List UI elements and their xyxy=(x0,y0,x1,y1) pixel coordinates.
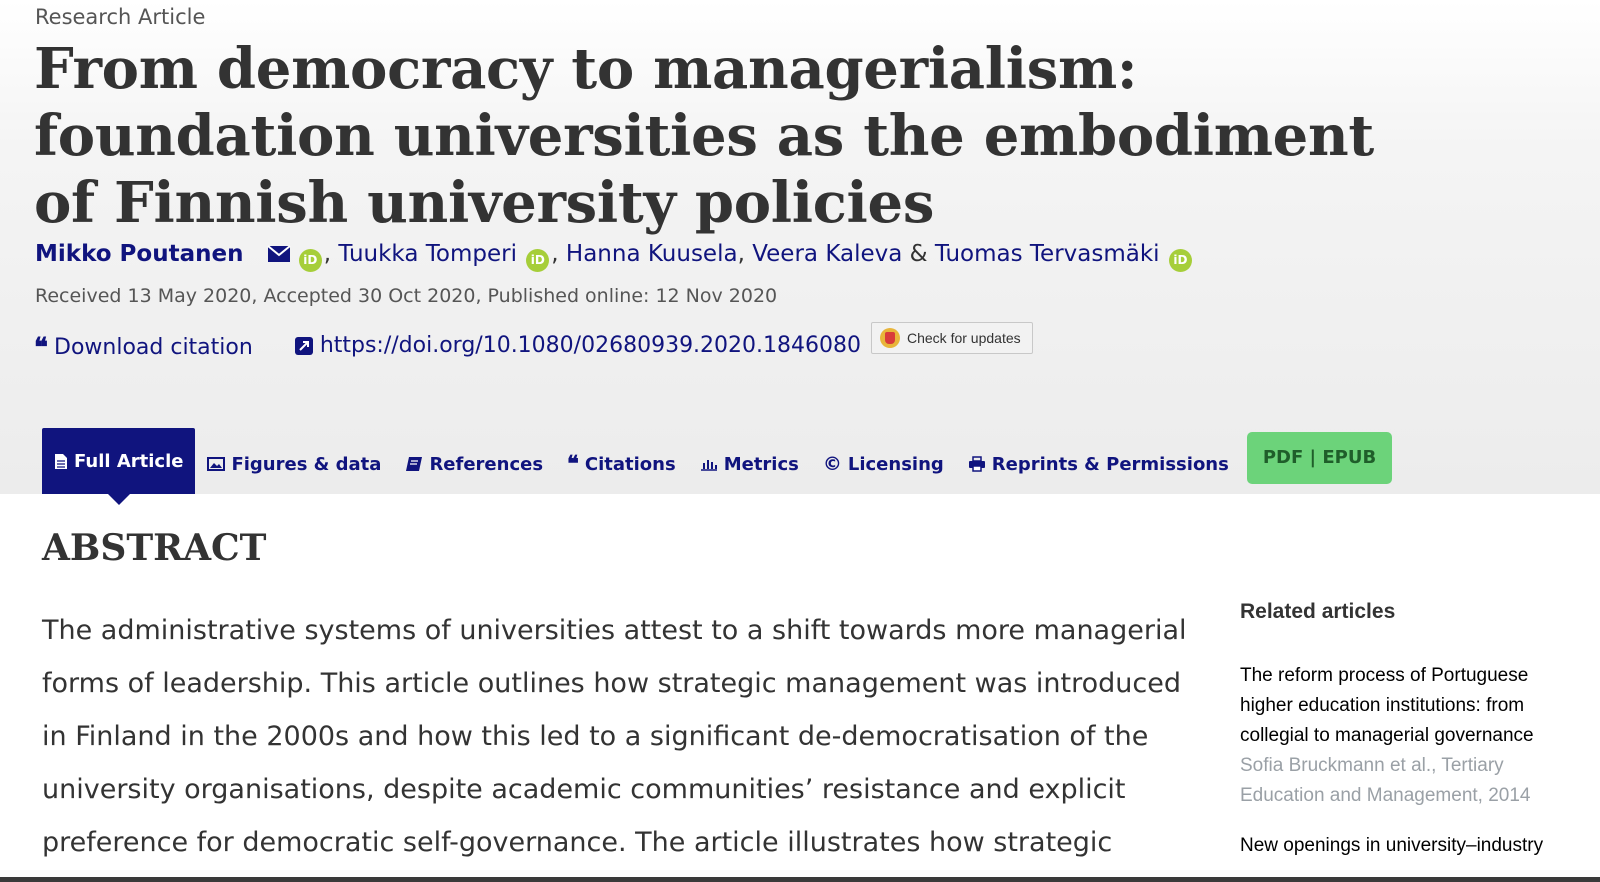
article-tabs: Full Article Figures & data References ❝… xyxy=(42,428,1393,505)
orcid-icon[interactable]: iD xyxy=(1168,249,1192,272)
tab-metrics[interactable]: Metrics xyxy=(688,434,811,494)
check-for-updates-button[interactable]: Check for updates xyxy=(871,322,1033,354)
author-link[interactable]: Tuomas Tervasmäki xyxy=(935,241,1160,267)
tab-label: References xyxy=(429,453,544,475)
pdf-epub-button[interactable]: PDF | EPUB xyxy=(1246,431,1393,484)
abstract-heading: ABSTRACT xyxy=(42,527,267,569)
related-articles: Related articles The reform process of P… xyxy=(1240,600,1580,881)
tab-label: Licensing xyxy=(847,453,944,475)
copyright-icon: © xyxy=(822,453,842,475)
tab-licensing[interactable]: © Licensing xyxy=(811,434,956,494)
tab-figures-data[interactable]: Figures & data xyxy=(195,434,393,494)
author-link[interactable]: Hanna Kuusela xyxy=(566,241,738,267)
related-article-title[interactable]: The reform process of Portuguese higher … xyxy=(1240,661,1580,751)
author-link[interactable]: Mikko Poutanen xyxy=(35,241,243,267)
related-article-item[interactable]: The reform process of Portuguese higher … xyxy=(1240,661,1580,811)
orcid-icon[interactable]: iD xyxy=(298,249,322,272)
related-article-item[interactable]: New openings in university–industry xyxy=(1240,831,1580,861)
download-citation-link[interactable]: ❝ Download citation xyxy=(34,335,253,361)
author-link[interactable]: Veera Kaleva xyxy=(752,241,902,267)
article-header: Research Article From democracy to manag… xyxy=(0,0,1600,505)
crossmark-icon xyxy=(880,328,900,348)
document-icon xyxy=(55,453,67,469)
tab-reprints-permissions[interactable]: Reprints & Permissions xyxy=(956,434,1241,494)
tab-label: Figures & data xyxy=(231,453,382,475)
check-updates-label: Check for updates xyxy=(907,330,1021,346)
tab-full-article[interactable]: Full Article xyxy=(42,428,196,505)
doi-link[interactable]: https://doi.org/10.1080/02680939.2020.18… xyxy=(294,333,861,358)
tab-citations[interactable]: ❝ Citations xyxy=(555,434,688,494)
orcid-icon[interactable]: iD xyxy=(526,249,550,272)
download-citation-label: Download citation xyxy=(54,335,253,360)
related-article-meta: Sofia Bruckmann et al., Tertiary Educati… xyxy=(1240,755,1531,806)
doi-label: https://doi.org/10.1080/02680939.2020.18… xyxy=(319,333,862,358)
related-articles-heading: Related articles xyxy=(1240,600,1396,623)
related-article-title[interactable]: New openings in university–industry xyxy=(1240,831,1580,861)
print-icon xyxy=(968,456,985,472)
article-title: From democracy to managerialism: foundat… xyxy=(34,36,1374,236)
quote-icon: ❝ xyxy=(34,332,48,363)
tab-label: Full Article xyxy=(74,450,184,472)
article-type-label: Research Article xyxy=(35,5,206,29)
tab-label: Reprints & Permissions xyxy=(991,453,1229,475)
publication-dates: Received 13 May 2020, Accepted 30 Oct 20… xyxy=(35,285,778,307)
abstract-text: The administrative systems of universiti… xyxy=(42,615,1187,858)
tab-label: Citations xyxy=(584,453,676,475)
external-link-icon xyxy=(294,336,313,355)
mail-icon[interactable] xyxy=(267,243,291,269)
tab-label: Metrics xyxy=(723,453,799,475)
quote-icon: ❝ xyxy=(567,451,579,477)
author-list: Mikko Poutanen iD, Tuukka Tomperi iD, Ha… xyxy=(35,241,1194,272)
article-links: ❝ Download citation https://doi.org/10.1… xyxy=(34,333,895,362)
image-icon xyxy=(207,457,226,471)
author-link[interactable]: Tuukka Tomperi xyxy=(338,241,517,267)
tab-references[interactable]: References xyxy=(393,434,555,494)
book-icon xyxy=(406,457,423,471)
bottom-divider xyxy=(0,877,1600,882)
bar-chart-icon xyxy=(700,460,717,471)
